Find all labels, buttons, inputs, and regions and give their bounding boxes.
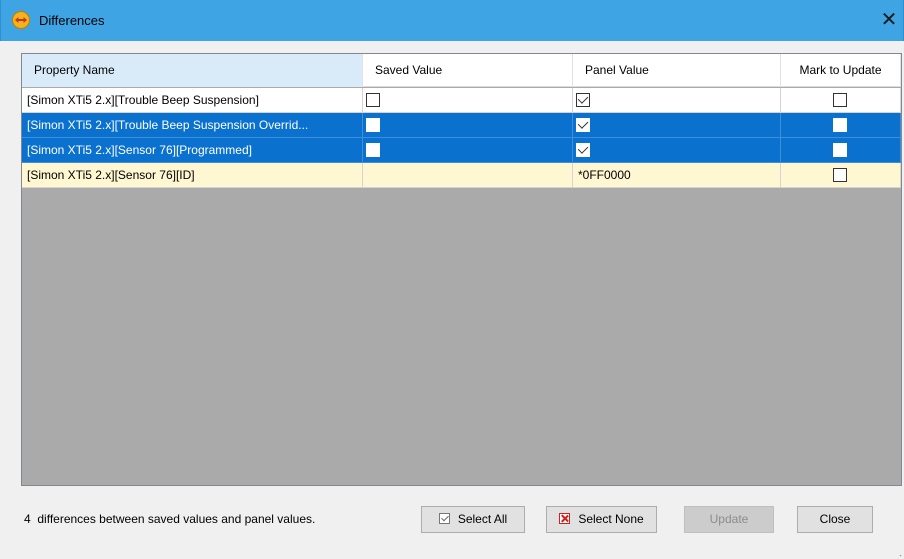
checkbox-checked-icon [438, 513, 450, 524]
panel-value-cell [573, 113, 781, 138]
select-none-label: Select None [578, 512, 644, 526]
saved-value-checkbox [366, 118, 380, 132]
property-name-cell[interactable]: [Simon XTi5 2.x][Trouble Beep Suspension… [22, 113, 363, 138]
mark-to-update-checkbox[interactable] [833, 93, 847, 107]
column-header-panel-value[interactable]: Panel Value [573, 54, 781, 87]
panel-value-checkbox [576, 118, 590, 132]
table-row[interactable]: [Simon XTi5 2.x][Trouble Beep Suspension… [22, 88, 901, 113]
close-icon[interactable]: ✕ [877, 8, 901, 32]
checkbox-x-icon [559, 513, 571, 524]
mark-to-update-checkbox[interactable] [833, 143, 847, 157]
property-name-cell[interactable]: [Simon XTi5 2.x][Sensor 76][Programmed] [22, 138, 363, 163]
differences-grid[interactable]: Property Name Saved Value Panel Value Ma… [21, 53, 902, 486]
property-name-cell[interactable]: [Simon XTi5 2.x][Trouble Beep Suspension… [22, 88, 363, 113]
property-name-cell[interactable]: [Simon XTi5 2.x][Sensor 76][ID] [22, 163, 363, 188]
saved-value-cell [363, 138, 573, 163]
panel-value-checkbox [576, 143, 590, 157]
select-all-button[interactable]: Select All [421, 506, 525, 533]
table-row[interactable]: [Simon XTi5 2.x][Sensor 76][Programmed] [22, 138, 901, 163]
title-bar: Differences ✕ [0, 0, 904, 41]
resize-grip-icon[interactable] [896, 551, 902, 557]
saved-value-cell [363, 163, 573, 188]
difference-count: 4 [24, 512, 31, 526]
panel-value-cell [573, 88, 781, 113]
difference-description: differences between saved values and pan… [37, 512, 316, 526]
saved-value-cell [363, 88, 573, 113]
panel-value-checkbox [576, 93, 590, 107]
update-button[interactable]: Update [684, 506, 774, 533]
grid-header: Property Name Saved Value Panel Value Ma… [22, 54, 901, 87]
mark-to-update-checkbox[interactable] [833, 168, 847, 182]
diamond-arrows-icon [12, 11, 30, 29]
select-all-label: Select All [457, 512, 508, 526]
table-row[interactable]: [Simon XTi5 2.x][Trouble Beep Suspension… [22, 113, 901, 138]
status-text: 4 differences between saved values and p… [24, 512, 315, 526]
column-header-mark-to-update[interactable]: Mark to Update [781, 54, 901, 87]
mark-to-update-checkbox[interactable] [833, 118, 847, 132]
mark-to-update-cell [781, 163, 901, 188]
mark-to-update-cell [781, 113, 901, 138]
saved-value-cell [363, 113, 573, 138]
close-button[interactable]: Close [797, 506, 873, 533]
column-header-property-name[interactable]: Property Name [22, 54, 363, 87]
saved-value-checkbox [366, 143, 380, 157]
panel-value-cell: *0FF0000 [573, 163, 781, 188]
saved-value-checkbox [366, 93, 380, 107]
table-row[interactable]: [Simon XTi5 2.x][Sensor 76][ID] *0FF0000 [22, 163, 901, 188]
mark-to-update-cell [781, 138, 901, 163]
mark-to-update-cell [781, 88, 901, 113]
panel-value-cell [573, 138, 781, 163]
window-title: Differences [39, 13, 105, 28]
column-header-saved-value[interactable]: Saved Value [363, 54, 573, 87]
select-none-button[interactable]: Select None [546, 506, 657, 533]
